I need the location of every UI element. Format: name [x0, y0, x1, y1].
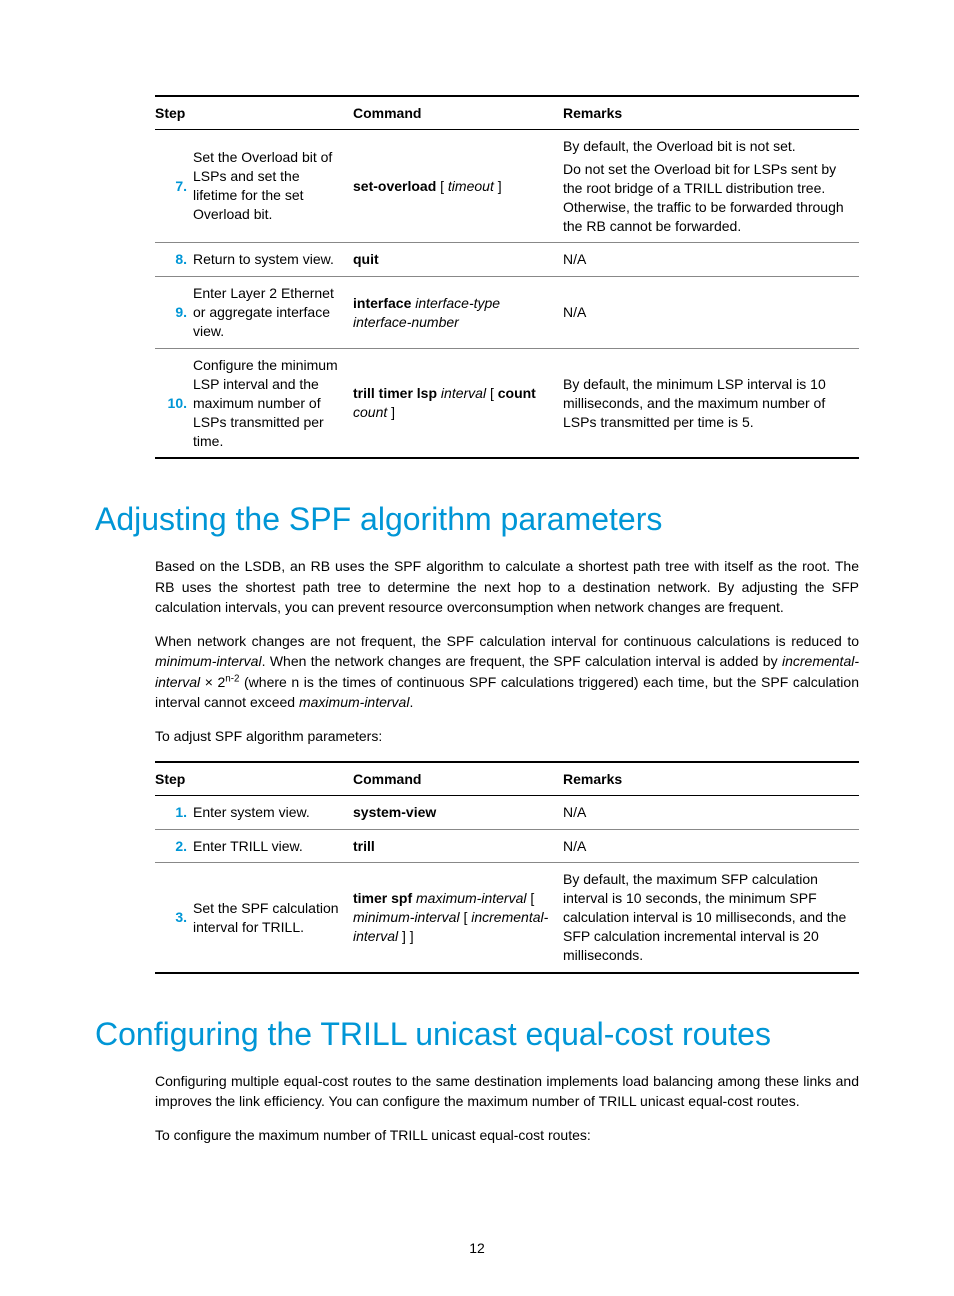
step-description: Configure the minimum LSP interval and t…: [193, 349, 353, 459]
step-remarks: By default, the Overload bit is not set.…: [563, 130, 859, 243]
step-description: Set the SPF calculation interval for TRI…: [193, 863, 353, 973]
table-header-row: Step Command Remarks: [155, 96, 859, 130]
table-header-row: Step Command Remarks: [155, 762, 859, 796]
text: × 2: [200, 674, 225, 690]
step-remarks: By default, the maximum SFP calculation …: [563, 863, 859, 973]
heading-trill-unicast: Configuring the TRILL unicast equal-cost…: [95, 1016, 859, 1053]
step-description: Enter system view.: [193, 795, 353, 829]
cmd-token: trill: [353, 838, 375, 854]
step-description: Return to system view.: [193, 243, 353, 277]
paragraph: Configuring multiple equal-cost routes t…: [155, 1071, 859, 1112]
cmd-token: [: [486, 385, 498, 401]
th-step: Step: [155, 762, 353, 796]
step-command: trill timer lsp interval [ count count ]: [353, 349, 563, 459]
step-command: trill: [353, 829, 563, 863]
cmd-token: set-overload: [353, 178, 436, 194]
cmd-token: interface: [353, 295, 411, 311]
text: When network changes are not frequent, t…: [155, 633, 859, 649]
step-command: interface interface-type interface-numbe…: [353, 277, 563, 349]
table-row: 9.Enter Layer 2 Ethernet or aggregate in…: [155, 277, 859, 349]
step-table-1: Step Command Remarks 7.Set the Overload …: [155, 95, 859, 459]
step-number: 9.: [155, 277, 193, 349]
th-command: Command: [353, 762, 563, 796]
text: .: [409, 694, 413, 710]
remarks-line: By default, the Overload bit is not set.: [563, 137, 853, 156]
cmd-token: system-view: [353, 804, 436, 820]
step-number: 8.: [155, 243, 193, 277]
step-table-2: Step Command Remarks 1.Enter system view…: [155, 761, 859, 974]
th-remarks: Remarks: [563, 96, 859, 130]
step-command: quit: [353, 243, 563, 277]
step-remarks: N/A: [563, 243, 859, 277]
heading-spf-algorithm: Adjusting the SPF algorithm parameters: [95, 501, 859, 538]
remarks-line: By default, the minimum LSP interval is …: [563, 375, 853, 432]
cmd-token: quit: [353, 251, 379, 267]
cmd-token: interval: [437, 385, 486, 401]
th-step: Step: [155, 96, 353, 130]
paragraph: To adjust SPF algorithm parameters:: [155, 726, 859, 746]
page-number: 12: [0, 1240, 954, 1256]
text-italic: maximum-interval: [299, 694, 409, 710]
step-remarks: By default, the minimum LSP interval is …: [563, 349, 859, 459]
th-command: Command: [353, 96, 563, 130]
step-remarks: N/A: [563, 277, 859, 349]
step-remarks: N/A: [563, 829, 859, 863]
text-superscript: n-2: [225, 673, 239, 684]
cmd-token: ]: [494, 178, 502, 194]
step-number: 1.: [155, 795, 193, 829]
cmd-token: maximum-interval: [412, 890, 526, 906]
remarks-line: Do not set the Overload bit for LSPs sen…: [563, 160, 853, 236]
step-description: Enter TRILL view.: [193, 829, 353, 863]
table-row: 8.Return to system view.quit N/A: [155, 243, 859, 277]
cmd-token: trill timer lsp: [353, 385, 437, 401]
step-number: 2.: [155, 829, 193, 863]
step-number: 3.: [155, 863, 193, 973]
remarks-line: N/A: [563, 837, 853, 856]
step-command: timer spf maximum-interval [ minimum-int…: [353, 863, 563, 973]
remarks-line: N/A: [563, 303, 853, 322]
step-description: Enter Layer 2 Ethernet or aggregate inte…: [193, 277, 353, 349]
table-row: 1.Enter system view.system-view N/A: [155, 795, 859, 829]
text-italic: minimum-interval: [155, 653, 262, 669]
step-command: set-overload [ timeout ]: [353, 130, 563, 243]
cmd-token: timeout: [448, 178, 494, 194]
cmd-token: minimum-interval: [353, 909, 460, 925]
cmd-token: timer spf: [353, 890, 412, 906]
remarks-line: N/A: [563, 803, 853, 822]
table-row: 10.Configure the minimum LSP interval an…: [155, 349, 859, 459]
text: (where n is the times of continuous SPF …: [155, 674, 859, 710]
cmd-token: ]: [387, 404, 395, 420]
cmd-token: [: [436, 178, 448, 194]
document-page: Step Command Remarks 7.Set the Overload …: [0, 0, 954, 1296]
table-row: 7.Set the Overload bit of LSPs and set t…: [155, 130, 859, 243]
step-remarks: N/A: [563, 795, 859, 829]
table-row: 2.Enter TRILL view.trill N/A: [155, 829, 859, 863]
text: . When the network changes are frequent,…: [262, 653, 782, 669]
step-number: 10.: [155, 349, 193, 459]
th-remarks: Remarks: [563, 762, 859, 796]
paragraph: Based on the LSDB, an RB uses the SPF al…: [155, 556, 859, 617]
table-row: 3.Set the SPF calculation interval for T…: [155, 863, 859, 973]
step-command: system-view: [353, 795, 563, 829]
cmd-token: [: [526, 890, 534, 906]
cmd-token: ] ]: [398, 928, 414, 944]
remarks-line: By default, the maximum SFP calculation …: [563, 870, 853, 964]
paragraph: To configure the maximum number of TRILL…: [155, 1125, 859, 1145]
cmd-token: count: [498, 385, 536, 401]
cmd-token: count: [353, 404, 387, 420]
step-description: Set the Overload bit of LSPs and set the…: [193, 130, 353, 243]
paragraph: When network changes are not frequent, t…: [155, 631, 859, 712]
remarks-line: N/A: [563, 250, 853, 269]
step-number: 7.: [155, 130, 193, 243]
cmd-token: [: [460, 909, 472, 925]
